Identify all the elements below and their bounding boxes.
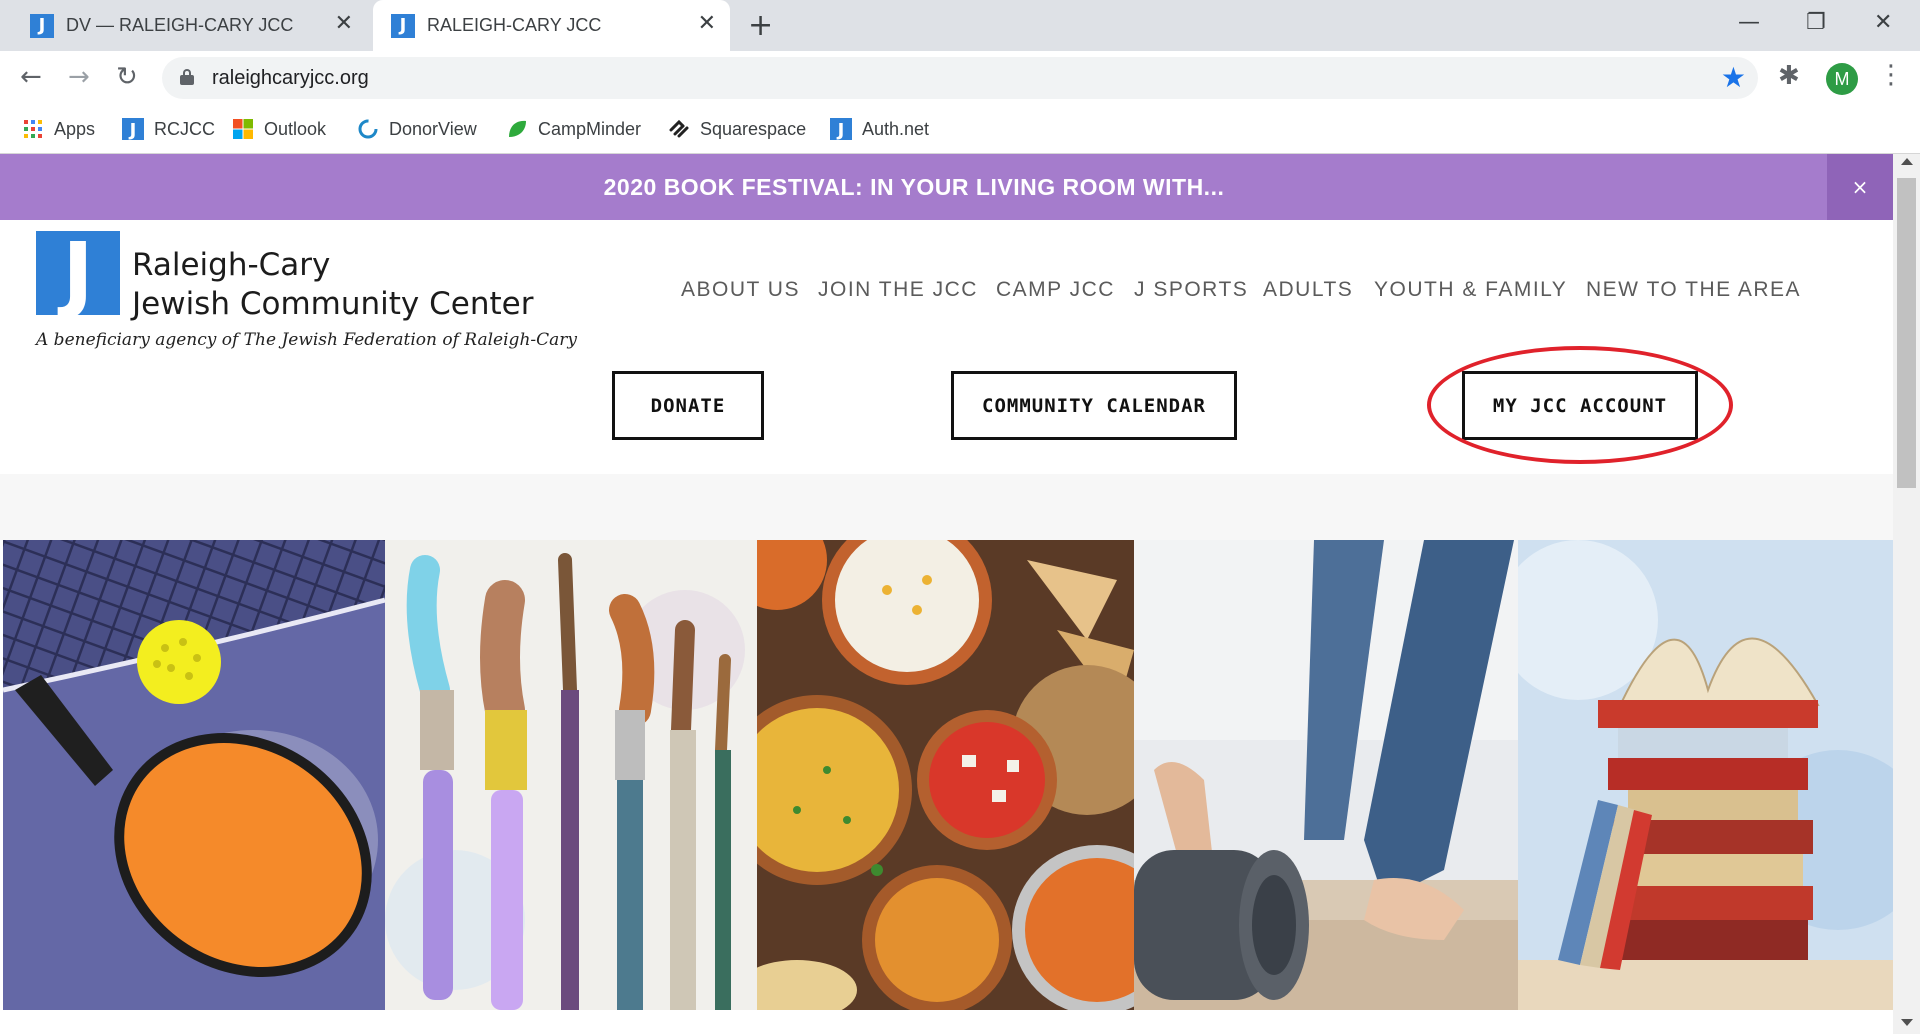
nav-j-sports[interactable]: J SPORTS bbox=[1134, 278, 1248, 302]
bookmark-campminder[interactable]: CampMinder bbox=[506, 116, 641, 142]
tab-raleigh-cary-jcc[interactable]: J RALEIGH-CARY JCC ✕ bbox=[373, 0, 730, 51]
tab-strip: J DV — RALEIGH-CARY JCC ✕ J RALEIGH-CARY… bbox=[0, 0, 1920, 51]
logo-tagline: A beneficiary agency of The Jewish Feder… bbox=[36, 330, 578, 350]
tab-dv-raleigh-cary-jcc[interactable]: J DV — RALEIGH-CARY JCC ✕ bbox=[12, 0, 367, 51]
browser-menu-icon[interactable]: ⋮ bbox=[1878, 60, 1904, 90]
nav-youth-family[interactable]: YOUTH & FAMILY bbox=[1374, 278, 1567, 302]
jcc-icon: J bbox=[122, 118, 144, 140]
bookmark-star-icon[interactable]: ★ bbox=[1721, 61, 1746, 94]
tab-title: DV — RALEIGH-CARY JCC bbox=[66, 15, 294, 35]
bookmark-authnet[interactable]: J Auth.net bbox=[830, 116, 929, 142]
bookmarks-bar: Apps J RCJCC Outlook DonorView CampMinde… bbox=[0, 106, 1920, 154]
svg-text:J: J bbox=[836, 120, 845, 140]
red-highlight-circle bbox=[1427, 346, 1733, 464]
url-text[interactable]: raleighcaryjcc.org bbox=[212, 67, 369, 90]
jcc-favicon-icon: J bbox=[391, 14, 415, 38]
close-window-icon[interactable]: ✕ bbox=[1874, 10, 1892, 35]
bookmark-outlook[interactable]: Outlook bbox=[232, 116, 326, 142]
community-calendar-button[interactable]: COMMUNITY CALENDAR bbox=[951, 371, 1237, 440]
new-tab-icon[interactable]: + bbox=[748, 8, 773, 43]
close-tab-icon[interactable]: ✕ bbox=[698, 11, 716, 36]
minimize-icon[interactable]: — bbox=[1738, 10, 1760, 35]
jcc-favicon-icon: J bbox=[30, 14, 54, 38]
windows-logo-icon bbox=[233, 119, 253, 139]
donorview-icon bbox=[358, 119, 378, 139]
campminder-leaf-icon bbox=[509, 120, 526, 137]
announcement-banner[interactable]: 2020 BOOK FESTIVAL: IN YOUR LIVING ROOM … bbox=[0, 154, 1893, 220]
browser-toolbar: ← → ↻ raleighcaryjcc.org ★ ✱ M ⋮ bbox=[0, 51, 1920, 106]
content-spacer bbox=[0, 474, 1893, 540]
food-dishes-photo[interactable] bbox=[757, 540, 1134, 1010]
pickleball-photo[interactable] bbox=[3, 540, 385, 1010]
jcc-icon: J bbox=[830, 118, 852, 140]
svg-text:J: J bbox=[128, 120, 137, 140]
tab-title: RALEIGH-CARY JCC bbox=[427, 15, 602, 35]
bookmark-label: Outlook bbox=[264, 118, 327, 139]
scroll-up-arrow-icon[interactable] bbox=[1901, 158, 1913, 165]
nav-new-to-the-area[interactable]: NEW TO THE AREA bbox=[1586, 278, 1801, 302]
donate-button[interactable]: DONATE bbox=[612, 371, 764, 440]
address-bar[interactable]: raleighcaryjcc.org ★ bbox=[162, 57, 1758, 99]
bookmark-label: Apps bbox=[54, 118, 96, 139]
extensions-puzzle-icon[interactable]: ✱ bbox=[1778, 61, 1800, 91]
yoga-mat-photo[interactable] bbox=[1134, 540, 1518, 1010]
close-tab-icon[interactable]: ✕ bbox=[335, 11, 353, 36]
book-stack-photo[interactable] bbox=[1518, 540, 1893, 1010]
page-scrollbar[interactable] bbox=[1893, 154, 1920, 1034]
nav-camp-jcc[interactable]: CAMP JCC bbox=[996, 278, 1115, 302]
lock-icon[interactable] bbox=[180, 69, 194, 85]
site-logo-name[interactable]: Raleigh-Cary Jewish Community Center bbox=[132, 246, 533, 324]
nav-about-us[interactable]: ABOUT US bbox=[681, 278, 800, 302]
jcc-logo-mark[interactable]: J bbox=[36, 225, 120, 321]
nav-adults[interactable]: ADULTS bbox=[1263, 278, 1353, 302]
nav-join-the-jcc[interactable]: JOIN THE JCC bbox=[818, 278, 978, 302]
profile-avatar[interactable]: M bbox=[1826, 63, 1858, 95]
bookmark-apps[interactable]: Apps bbox=[22, 116, 95, 142]
program-photo-gallery bbox=[3, 540, 1893, 1010]
back-arrow-icon[interactable]: ← bbox=[20, 62, 42, 92]
restore-icon[interactable]: ❐ bbox=[1806, 10, 1826, 35]
forward-arrow-icon[interactable]: → bbox=[68, 62, 90, 92]
bookmark-label: Auth.net bbox=[862, 118, 930, 139]
paint-brushes-photo[interactable] bbox=[385, 540, 757, 1010]
apps-grid-icon bbox=[24, 120, 42, 138]
banner-text[interactable]: 2020 BOOK FESTIVAL: IN YOUR LIVING ROOM … bbox=[0, 174, 1828, 201]
bookmark-donorview[interactable]: DonorView bbox=[357, 116, 477, 142]
bookmark-label: RCJCC bbox=[154, 118, 215, 139]
reload-icon[interactable]: ↻ bbox=[116, 62, 138, 92]
banner-close-button[interactable]: × bbox=[1827, 154, 1893, 220]
bookmark-squarespace[interactable]: Squarespace bbox=[668, 116, 806, 142]
squarespace-icon bbox=[669, 119, 689, 138]
bookmark-label: Squarespace bbox=[700, 118, 807, 139]
scroll-down-arrow-icon[interactable] bbox=[1901, 1019, 1913, 1026]
bookmark-label: CampMinder bbox=[538, 118, 642, 139]
bookmark-label: DonorView bbox=[389, 118, 477, 139]
scrollbar-thumb[interactable] bbox=[1897, 178, 1916, 488]
bookmark-rcjcc[interactable]: J RCJCC bbox=[122, 116, 215, 142]
